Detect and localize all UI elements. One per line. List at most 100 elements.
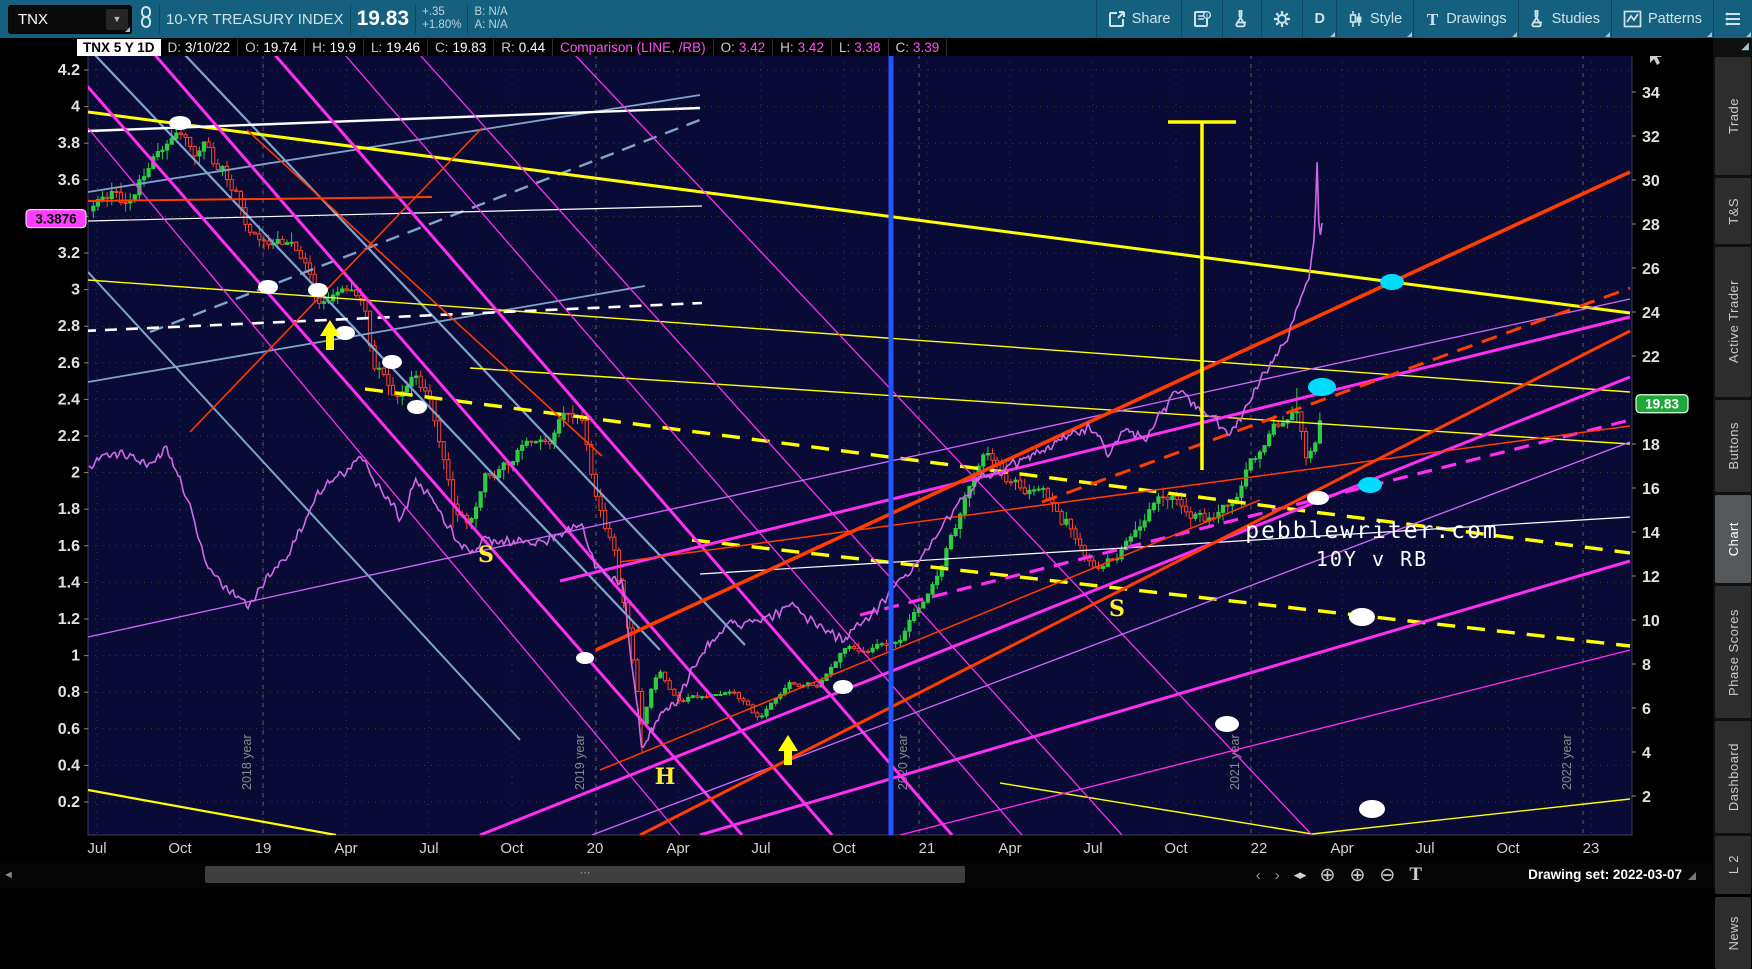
quick-study-button[interactable]	[1222, 0, 1261, 38]
chart-menu-button[interactable]	[1713, 0, 1752, 38]
ellipse-marker[interactable]	[382, 355, 402, 369]
patterns-icon	[1623, 10, 1642, 28]
ellipse-marker[interactable]	[1380, 274, 1404, 290]
sidebar-tab-dashboard[interactable]: Dashboard	[1715, 721, 1751, 833]
ellipse-marker[interactable]	[1359, 800, 1385, 818]
note-icon: i	[1193, 10, 1212, 28]
x-axis-tick: Apr	[1330, 840, 1353, 857]
left-axis-tick: 1	[71, 648, 80, 665]
x-axis-tick: Oct	[500, 840, 524, 857]
left-axis-tick: 3.8	[58, 135, 80, 152]
sidebar-tab-l-2[interactable]: L 2	[1715, 836, 1751, 894]
drawing-set-label: Drawing set: 2022-03-07	[1528, 867, 1682, 882]
right-axis-tick: 26	[1642, 261, 1660, 278]
x-axis-tick: Oct	[1496, 840, 1520, 857]
style-button[interactable]: Style	[1335, 0, 1413, 38]
auto-fit-icon[interactable]: ◀▶	[1294, 870, 1307, 881]
globe-icon[interactable]: ⊕	[1320, 864, 1336, 887]
annotation-label[interactable]: H	[655, 764, 676, 790]
link-icon[interactable]	[139, 5, 153, 33]
left-axis-tick: 1.2	[58, 611, 80, 628]
right-sidebar: ◢ Trade T&S Active Trader Buttons Chart Phase…	[1712, 0, 1752, 969]
sidebar-tab-t-s[interactable]: T&S	[1715, 178, 1751, 244]
left-axis-tick: 1.8	[58, 501, 80, 518]
chart-canvas[interactable]: 2018 year 2019 year 2020 year 2021 year 2022…	[0, 0, 1752, 888]
sidebar-tab-phase-scores[interactable]: Phase Scores	[1715, 586, 1751, 718]
x-axis-tick: 19	[255, 840, 272, 857]
ohlc-field: D: 3/10/22	[161, 38, 239, 56]
sidebar-tab-buttons[interactable]: Buttons	[1715, 400, 1751, 492]
scroll-left-icon[interactable]: ◄	[3, 869, 14, 881]
comparison-fields: O: 3.42 H: 3.42 L: 3.38 C: 3.39	[714, 38, 948, 56]
comparison-field: L: 3.38	[832, 38, 889, 56]
left-axis-tick: 2.4	[58, 391, 80, 408]
notes-button[interactable]: i	[1181, 0, 1222, 38]
menu-icon	[1725, 12, 1741, 26]
sidebar-tab-chart[interactable]: Chart	[1715, 495, 1751, 583]
ellipse-marker[interactable]	[169, 116, 191, 130]
zoom-out-icon[interactable]: ⊖	[1379, 864, 1395, 887]
ellipse-marker[interactable]	[407, 400, 427, 414]
ohlc-field: O: 19.74	[238, 38, 306, 56]
sidebar-tab-active-trader[interactable]: Active Trader	[1715, 247, 1751, 397]
symbol-value: TNX	[18, 10, 48, 28]
share-button[interactable]: Share	[1095, 0, 1182, 38]
x-axis-tick: 21	[919, 840, 936, 857]
sidebar-tab-trade[interactable]: Trade	[1715, 57, 1751, 175]
x-axis-tick: Jul	[751, 840, 770, 857]
pan-right-icon[interactable]: ›	[1275, 867, 1280, 884]
left-axis-tick: 0.8	[58, 684, 80, 701]
text-icon: T	[1425, 11, 1440, 28]
annotation-label[interactable]: S	[478, 542, 494, 568]
right-axis-tick: 10	[1642, 613, 1660, 630]
timeframe-button[interactable]: D	[1302, 0, 1336, 38]
year-label: 2020 year	[896, 734, 910, 790]
symbol-input[interactable]: TNX ▼	[8, 4, 132, 34]
button-label: D	[1314, 11, 1325, 27]
chevron-down-icon[interactable]: ▼	[106, 8, 128, 30]
ellipse-marker[interactable]	[1349, 608, 1375, 626]
left-axis-tick: 2.6	[58, 355, 80, 372]
right-axis-tick: 6	[1642, 701, 1651, 718]
left-axis-tick: 1.4	[58, 574, 80, 591]
drawings-button[interactable]: T Drawings	[1413, 0, 1518, 38]
comparison-field: H: 3.42	[773, 38, 832, 56]
divider	[467, 4, 469, 34]
right-axis-tick: 30	[1642, 173, 1660, 190]
x-axis-tick: Jul	[1415, 840, 1434, 857]
sidebar-tab-label: Phase Scores	[1725, 608, 1741, 696]
x-axis-tick: Jul	[87, 840, 106, 857]
ellipse-marker[interactable]	[833, 680, 853, 694]
ellipse-marker[interactable]	[1307, 491, 1329, 505]
sidebar-tab-news[interactable]: News	[1715, 897, 1751, 969]
ellipse-marker[interactable]	[576, 652, 594, 664]
year-label: 2019 year	[573, 734, 587, 790]
patterns-button[interactable]: Patterns	[1611, 0, 1713, 38]
left-axis-tick: 3	[71, 282, 80, 299]
right-axis-tick: 12	[1642, 569, 1660, 586]
left-axis-tick: 4	[71, 99, 80, 116]
divider	[349, 4, 351, 34]
settings-button[interactable]	[1261, 0, 1302, 38]
time-scrollbar[interactable]: ⋯	[205, 866, 965, 883]
ellipse-marker[interactable]	[258, 280, 278, 294]
zoom-in-icon[interactable]: ⊕	[1349, 864, 1365, 887]
ellipse-marker[interactable]	[1358, 477, 1382, 493]
ellipse-marker[interactable]	[308, 283, 328, 297]
svg-text:i: i	[1207, 12, 1209, 19]
resize-grip-icon[interactable]	[1688, 872, 1696, 880]
pan-left-icon[interactable]: ‹	[1256, 867, 1261, 884]
right-axis-tick: 22	[1642, 349, 1660, 366]
ellipse-marker[interactable]	[1215, 716, 1239, 732]
comparison-chip[interactable]: Comparison (LINE, /RB)	[553, 38, 714, 56]
right-axis-tick: 34	[1642, 85, 1660, 102]
text-tool-icon[interactable]: T	[1409, 864, 1422, 886]
annotation-label[interactable]: S	[1109, 596, 1125, 622]
left-axis-tick: 0.4	[58, 757, 80, 774]
x-axis-tick: Oct	[168, 840, 192, 857]
year-label: 2018 year	[240, 734, 254, 790]
studies-button[interactable]: Studies	[1517, 0, 1611, 38]
left-axis-tick: 2.8	[58, 318, 80, 335]
ellipse-marker[interactable]	[1308, 378, 1336, 396]
button-label: Patterns	[1648, 11, 1702, 27]
